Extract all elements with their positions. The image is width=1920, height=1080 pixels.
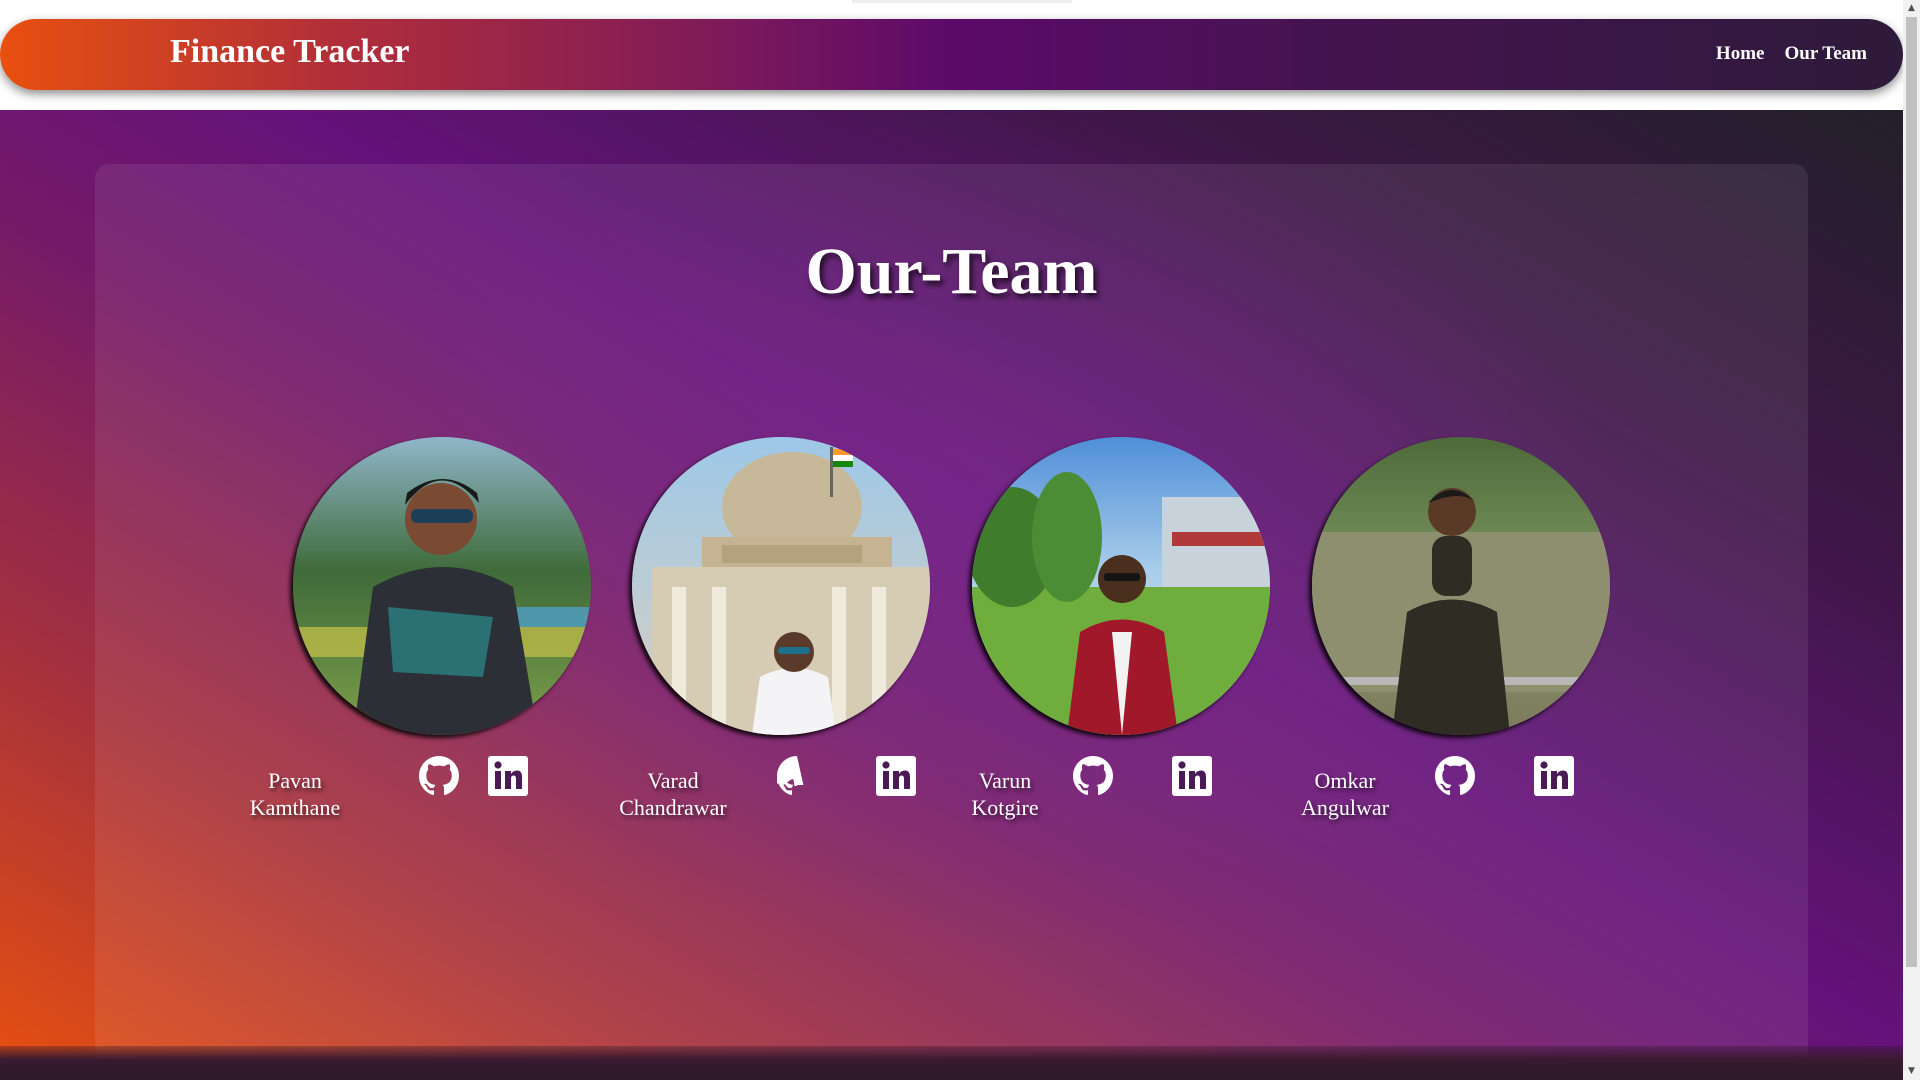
nav-link-our-team[interactable]: Our Team [1784,43,1867,65]
profile-photo [632,437,930,735]
profile-photo [972,437,1270,735]
scrollbar-thumb[interactable] [1906,17,1917,967]
linkedin-icon[interactable] [488,756,528,796]
member-name: Varad Chandrawar [610,767,736,821]
team-section: Our-Team Pavan Kamthane Varad Chandrawar… [95,164,1808,1064]
nav-link-home[interactable]: Home [1716,43,1765,65]
scroll-up-arrow-icon[interactable]: ▲ [1903,0,1920,17]
scroll-down-arrow-icon[interactable]: ▼ [1903,1063,1920,1080]
navbar: Finance Tracker Home Our Team [0,19,1903,90]
github-icon[interactable] [419,756,459,796]
linkedin-icon[interactable] [876,756,916,796]
linkedin-icon[interactable] [1172,756,1212,796]
member-last-name: Angulwar [1301,795,1389,820]
member-first-name: Varad [647,768,699,793]
top-edge-highlight [852,0,1072,3]
github-icon[interactable] [1073,756,1113,796]
nav-links: Home Our Team [1716,43,1867,65]
profile-photo [293,437,591,735]
member-first-name: Pavan [268,768,322,793]
page-viewport: Finance Tracker Home Our Team Our-Team P… [0,0,1903,1080]
member-first-name: Varun [978,768,1032,793]
github-icon[interactable] [777,756,817,796]
footer-bar [0,1046,1903,1080]
profile-photo [1312,437,1610,735]
member-name: Varun Kotgire [957,767,1053,821]
linkedin-icon[interactable] [1534,756,1574,796]
brand-logo-link[interactable]: Finance Tracker [170,33,410,71]
member-last-name: Kamthane [249,795,341,820]
member-last-name: Kotgire [971,795,1039,820]
member-first-name: Omkar [1314,768,1376,793]
github-icon[interactable] [1435,756,1475,796]
vertical-scrollbar[interactable]: ▲ ▼ [1903,0,1920,1080]
main-content: Our-Team Pavan Kamthane Varad Chandrawar… [0,110,1903,1080]
member-name: Pavan Kamthane [235,767,355,821]
member-name: Omkar Angulwar [1295,767,1395,821]
section-title: Our-Team [805,235,1098,308]
member-last-name: Chandrawar [619,795,727,820]
